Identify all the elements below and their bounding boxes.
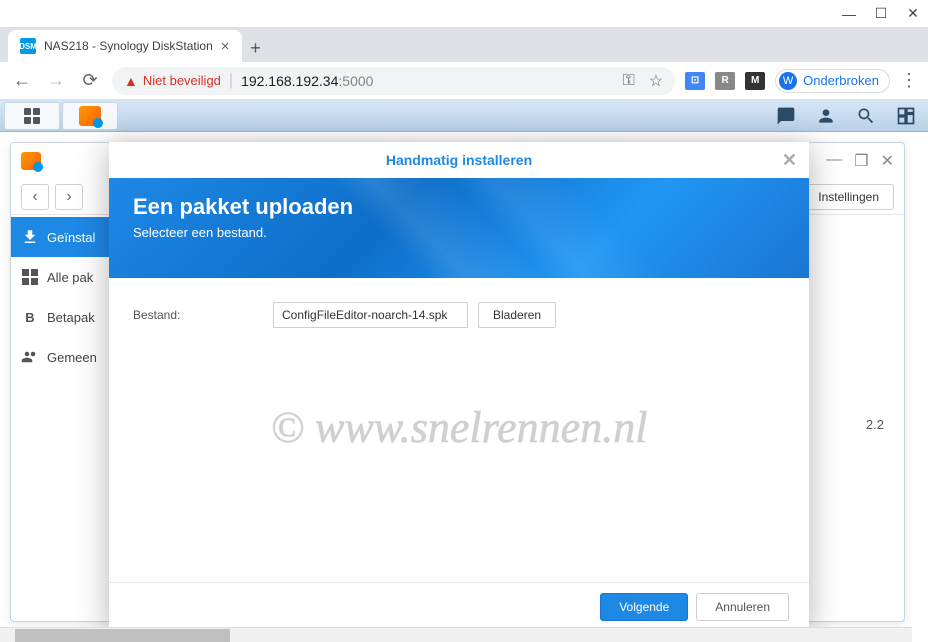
dialog-header: Handmatig installeren ✕ xyxy=(109,142,809,178)
sidebar-label: Geïnstal xyxy=(47,230,95,245)
sidebar-item-beta-packages[interactable]: B Betapak xyxy=(11,297,116,337)
warning-triangle-icon: ▲ xyxy=(124,73,138,89)
dashboard-icon xyxy=(896,106,916,126)
tab-favicon-icon: DSM xyxy=(20,38,36,54)
nav-forward-button[interactable]: › xyxy=(55,184,83,210)
nav-reload-button[interactable]: ⟳ xyxy=(78,69,102,93)
watermark-text: © www.snelrennen.nl xyxy=(271,402,648,453)
key-icon[interactable]: ⚿ xyxy=(623,72,635,90)
dialog-close-button[interactable]: ✕ xyxy=(782,150,797,171)
window-maximize-icon[interactable]: ☐ xyxy=(874,7,888,21)
manual-install-dialog: Handmatig installeren ✕ Een pakket uploa… xyxy=(109,142,809,630)
package-icon xyxy=(21,152,41,170)
file-path-input[interactable] xyxy=(273,302,468,328)
new-tab-button[interactable]: + xyxy=(242,34,270,62)
dialog-banner: Een pakket uploaden Selecteer een bestan… xyxy=(109,178,809,278)
browser-tab-strip: DSM NAS218 - Synology DiskStation × + xyxy=(0,28,928,62)
tab-title: NAS218 - Synology DiskStation xyxy=(44,39,213,53)
settings-button[interactable]: Instellingen xyxy=(803,184,894,210)
package-center-taskbar-button[interactable] xyxy=(62,102,118,130)
person-icon xyxy=(816,106,836,126)
sidebar-item-installed[interactable]: Geïnstal xyxy=(11,217,116,257)
widgets-button[interactable] xyxy=(888,102,924,130)
banner-subtitle: Selecteer een bestand. xyxy=(133,225,785,240)
window-maximize-icon[interactable]: ❐ xyxy=(854,151,868,171)
nav-back-button[interactable]: ← xyxy=(10,69,34,93)
bookmark-star-icon[interactable]: ☆ xyxy=(649,71,663,91)
window-close-icon[interactable]: ✕ xyxy=(881,151,894,171)
security-text: Niet beveiligd xyxy=(143,73,221,88)
sidebar-label: Alle pak xyxy=(47,270,93,285)
next-button[interactable]: Volgende xyxy=(600,593,688,621)
profile-avatar-icon: W xyxy=(779,72,797,90)
address-bar[interactable]: ▲ Niet beveiligd | 192.168.192.34:5000 ⚿… xyxy=(112,67,675,95)
main-menu-button[interactable] xyxy=(4,102,60,130)
version-text: 2.2 xyxy=(866,417,884,432)
dsm-taskbar xyxy=(0,100,928,132)
extension-badge-2[interactable]: R xyxy=(715,72,735,90)
people-icon xyxy=(21,348,39,366)
sidebar-label: Gemeen xyxy=(47,350,97,365)
browser-toolbar: ← → ⟳ ▲ Niet beveiligd | 192.168.192.34:… xyxy=(0,62,928,100)
sidebar-item-community[interactable]: Gemeen xyxy=(11,337,116,377)
window-minimize-icon[interactable]: — xyxy=(826,151,842,171)
nav-back-button[interactable]: ‹ xyxy=(21,184,49,210)
tab-close-icon[interactable]: × xyxy=(221,38,230,55)
grid-icon xyxy=(24,108,40,124)
speech-bubble-icon xyxy=(776,106,796,126)
sidebar-label: Betapak xyxy=(47,310,95,325)
beta-icon: B xyxy=(21,308,39,326)
extension-badge-1[interactable]: ⊡ xyxy=(685,72,705,90)
search-button[interactable] xyxy=(848,102,884,130)
search-icon xyxy=(856,106,876,126)
nav-forward-button[interactable]: → xyxy=(44,69,68,93)
profile-label: Onderbroken xyxy=(803,73,879,88)
security-status[interactable]: ▲ Niet beveiligd xyxy=(124,73,221,89)
browse-button[interactable]: Bladeren xyxy=(478,302,556,328)
sidebar-item-all-packages[interactable]: Alle pak xyxy=(11,257,116,297)
banner-title: Een pakket uploaden xyxy=(133,194,785,220)
notifications-button[interactable] xyxy=(768,102,804,130)
cancel-button[interactable]: Annuleren xyxy=(696,593,789,621)
horizontal-scrollbar[interactable] xyxy=(0,627,912,642)
download-icon xyxy=(21,228,39,246)
grid-icon xyxy=(21,268,39,286)
dialog-title: Handmatig installeren xyxy=(386,152,532,168)
package-icon xyxy=(79,106,101,126)
extension-badge-3[interactable]: M xyxy=(745,72,765,90)
address-separator: | xyxy=(229,72,233,90)
browser-menu-button[interactable]: ⋮ xyxy=(900,70,918,91)
address-url: 192.168.192.34:5000 xyxy=(241,73,373,89)
scrollbar-thumb[interactable] xyxy=(15,629,230,642)
window-close-icon[interactable]: ✕ xyxy=(906,7,920,21)
browser-tab-active[interactable]: DSM NAS218 - Synology DiskStation × xyxy=(8,30,242,62)
file-label: Bestand: xyxy=(133,308,263,322)
user-menu-button[interactable] xyxy=(808,102,844,130)
window-minimize-icon[interactable]: — xyxy=(842,7,856,21)
profile-button[interactable]: W Onderbroken xyxy=(775,69,890,93)
